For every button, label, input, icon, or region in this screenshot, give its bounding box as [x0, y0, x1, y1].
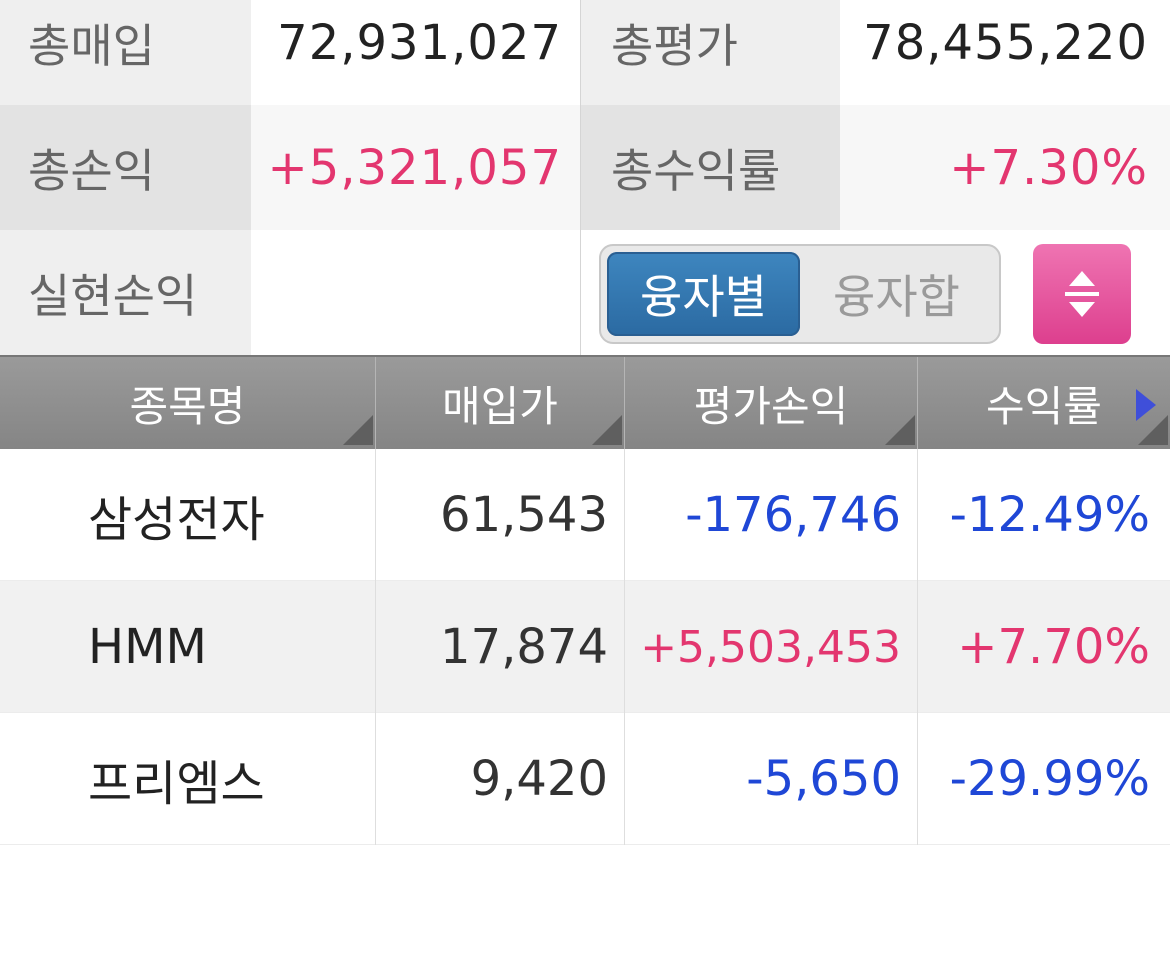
total-return-value: +7.30% — [840, 105, 1170, 230]
header-return-rate-label: 수익률 — [986, 381, 1102, 431]
header-stock-name-label: 종목명 — [129, 381, 246, 431]
total-purchase-value: 72,931,027 — [251, 0, 580, 105]
loan-sum-option[interactable]: 융자합 — [800, 252, 993, 336]
eval-pnl: -176,746 — [625, 449, 918, 581]
header-eval-pnl[interactable]: 평가손익 — [625, 357, 918, 449]
table-row[interactable]: HMM 17,874 +5,503,453 +7.70% — [0, 581, 1170, 713]
sort-up-down-icon — [1069, 271, 1095, 286]
header-stock-name[interactable]: 종목명 — [0, 357, 376, 449]
stock-name: 삼성전자 — [0, 449, 376, 581]
eval-pnl: -5,650 — [625, 713, 918, 845]
header-eval-pnl-label: 평가손익 — [693, 381, 849, 431]
summary-row-pnl: 총손익 +5,321,057 총수익률 +7.30% — [0, 105, 1170, 230]
return-rate: -29.99% — [949, 751, 1150, 807]
header-purchase-price-label: 매입가 — [442, 381, 558, 431]
header-return-rate[interactable]: 수익률 — [918, 357, 1170, 449]
by-loan-option[interactable]: 융자별 — [607, 252, 800, 336]
total-purchase-label: 총매입 — [0, 0, 251, 105]
total-eval-label: 총평가 — [580, 0, 840, 105]
purchase-price: 61,543 — [376, 449, 625, 581]
holdings-table-body: 삼성전자 61,543 -176,746 -12.49% HMM 17,874 … — [0, 449, 1170, 845]
header-purchase-price[interactable]: 매입가 — [376, 357, 625, 449]
account-summary: 총매입 72,931,027 총평가 78,455,220 총손익 +5,321… — [0, 0, 1170, 355]
total-pnl-value: +5,321,057 — [251, 105, 580, 230]
table-row[interactable]: 프리엠스 9,420 -5,650 -29.99% — [0, 713, 1170, 845]
sort-corner-icon — [885, 415, 915, 445]
return-rate: -12.49% — [949, 487, 1150, 543]
sort-corner-icon — [592, 415, 622, 445]
purchase-price: 17,874 — [376, 581, 625, 713]
summary-row-totals: 총매입 72,931,027 총평가 78,455,220 — [0, 0, 1170, 105]
sort-corner-icon — [343, 415, 373, 445]
realized-pnl-value — [251, 230, 580, 355]
total-eval-value: 78,455,220 — [840, 0, 1170, 105]
total-return-label: 총수익률 — [580, 105, 840, 230]
stock-name: 프리엠스 — [0, 713, 376, 845]
purchase-price: 9,420 — [376, 713, 625, 845]
realized-pnl-label: 실현손익 — [0, 230, 251, 355]
holdings-table-header: 종목명 매입가 평가손익 수익률 — [0, 355, 1170, 449]
stock-name: HMM — [0, 581, 376, 713]
loan-view-toggle: 융자별 융자합 — [599, 244, 1001, 344]
return-rate: +7.70% — [957, 619, 1150, 675]
sort-corner-icon — [1138, 415, 1168, 445]
total-pnl-label: 총손익 — [0, 105, 251, 230]
table-row[interactable]: 삼성전자 61,543 -176,746 -12.49% — [0, 449, 1170, 581]
eval-pnl: +5,503,453 — [625, 581, 918, 713]
sort-toggle-button[interactable] — [1033, 244, 1131, 344]
